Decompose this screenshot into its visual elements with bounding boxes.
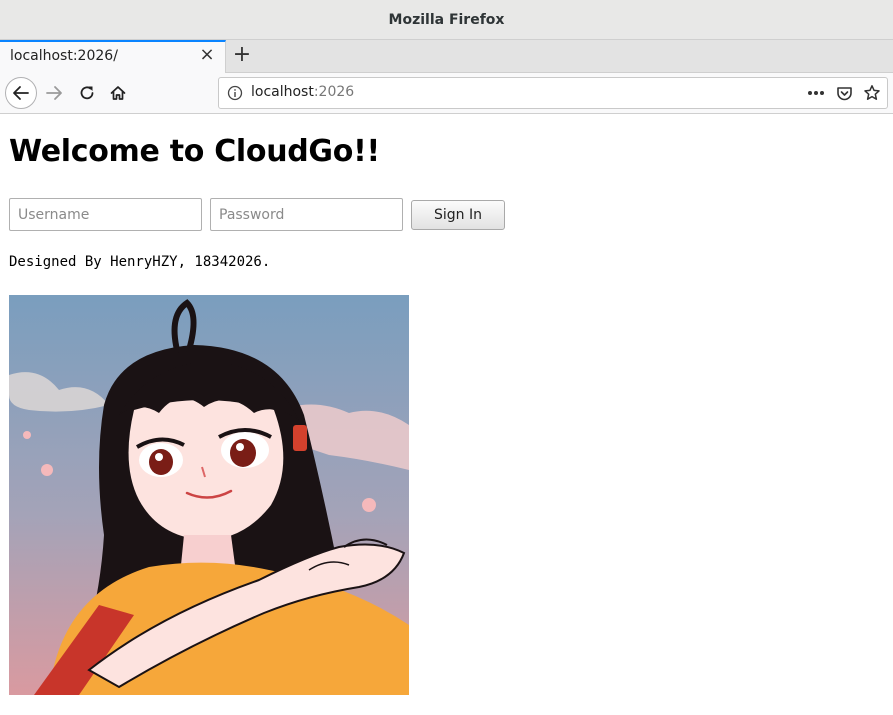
reload-button[interactable] <box>73 79 101 107</box>
url-port: :2026 <box>313 84 355 100</box>
new-tab-icon[interactable]: + <box>232 43 252 67</box>
pocket-icon[interactable] <box>835 84 853 102</box>
more-actions-icon[interactable] <box>807 84 825 102</box>
forward-button[interactable] <box>40 79 68 107</box>
forward-icon <box>46 86 62 100</box>
page-content: Welcome to CloudGo!! Sign In Designed By… <box>0 114 893 715</box>
back-button[interactable] <box>5 77 37 109</box>
browser-window: Mozilla Firefox localhost:2026/ × + loca… <box>0 0 893 715</box>
home-icon <box>110 86 126 100</box>
navigation-toolbar: localhost:2026 <box>0 73 893 114</box>
designer-credit: Designed By HenryHZY, 18342026. <box>9 254 271 270</box>
anime-girl-illustration <box>9 295 409 695</box>
title-bar: Mozilla Firefox <box>0 0 893 40</box>
close-tab-icon[interactable]: × <box>199 46 215 64</box>
password-input[interactable] <box>210 198 403 231</box>
window-title: Mozilla Firefox <box>388 11 505 28</box>
info-icon[interactable] <box>227 85 243 101</box>
reload-icon <box>80 86 94 100</box>
url-bar[interactable]: localhost:2026 <box>218 77 888 109</box>
home-button[interactable] <box>104 79 132 107</box>
sign-in-button[interactable]: Sign In <box>411 200 505 230</box>
url-actions <box>807 84 881 102</box>
url-host: localhost <box>251 84 314 100</box>
username-input[interactable] <box>9 198 202 231</box>
back-icon <box>13 86 29 100</box>
tab-strip: localhost:2026/ × + <box>0 40 893 73</box>
tab-label: localhost:2026/ <box>10 48 118 64</box>
bookmark-star-icon[interactable] <box>863 84 881 102</box>
page-heading: Welcome to CloudGo!! <box>9 134 380 169</box>
tab-localhost[interactable]: localhost:2026/ × <box>0 40 226 73</box>
url-text[interactable]: localhost:2026 <box>251 84 354 100</box>
